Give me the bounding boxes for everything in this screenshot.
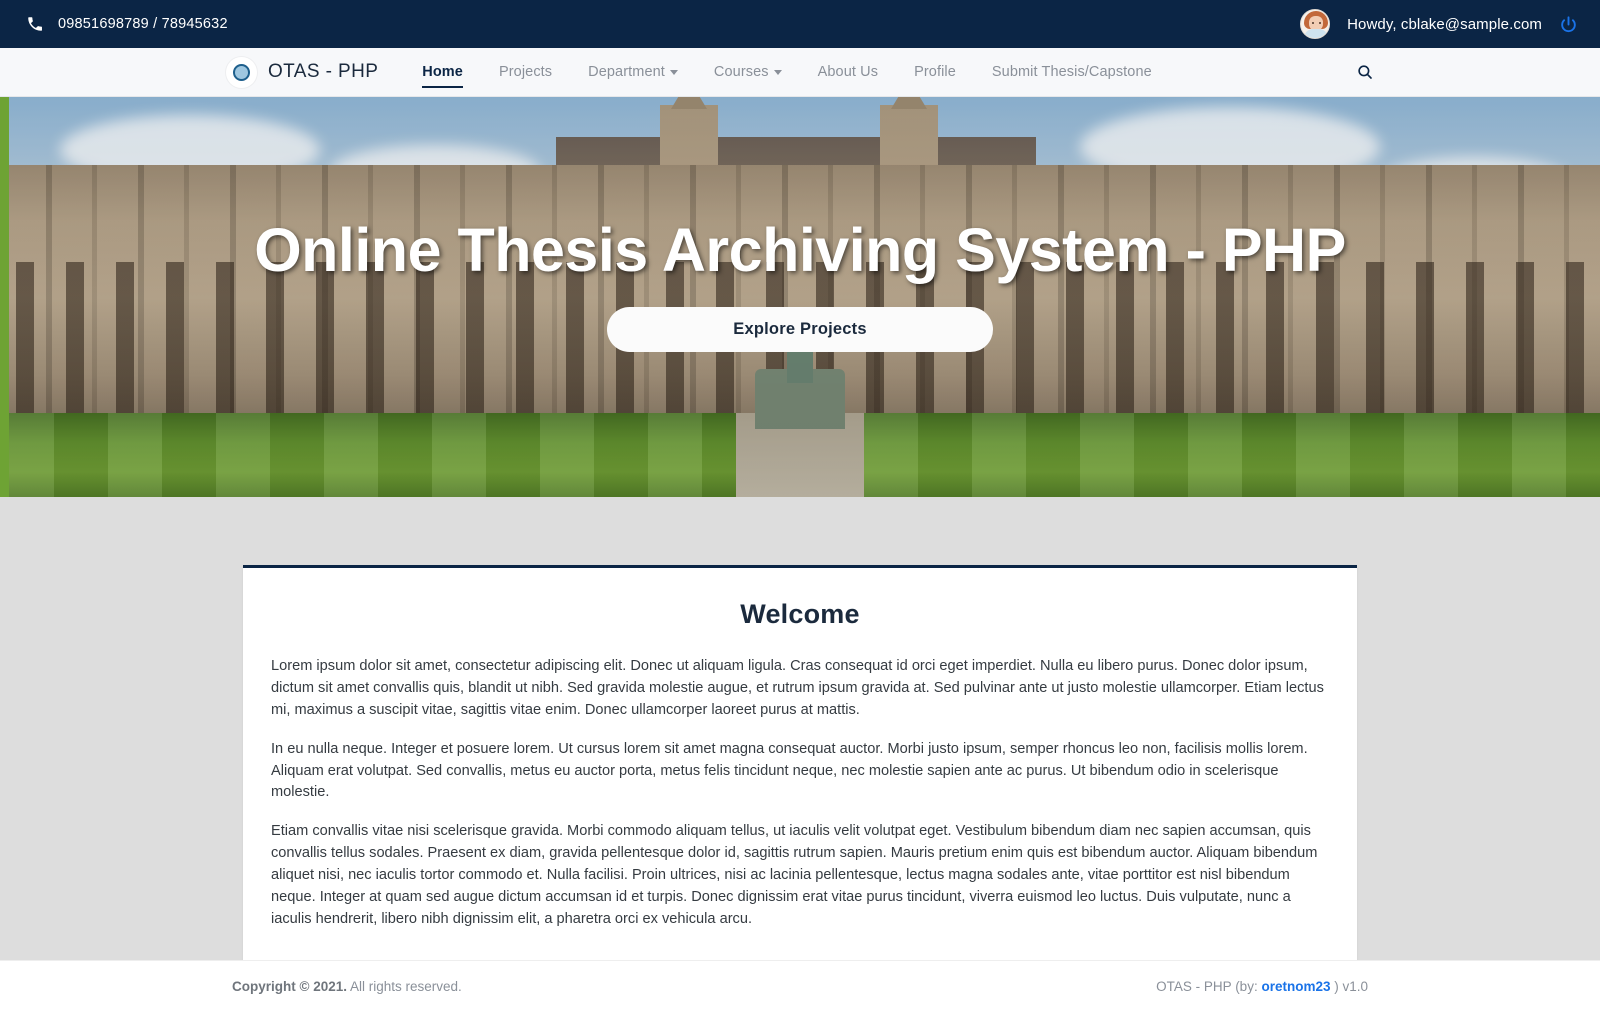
avatar [1300, 9, 1331, 39]
copyright-year: Copyright © 2021. [232, 979, 347, 994]
brand-name: OTAS - PHP [268, 61, 379, 82]
copyright-text: Copyright © 2021. All rights reserved. [232, 979, 462, 994]
app-version-suffix: ) v1.0 [1330, 979, 1368, 994]
page-footer: Copyright © 2021. All rights reserved. O… [0, 960, 1600, 1012]
main-navbar: OTAS - PHP Home Projects Department Cour… [0, 48, 1600, 97]
nav-item-home[interactable]: Home [404, 60, 481, 88]
author-link[interactable]: oretnom23 [1261, 979, 1330, 994]
hero-banner: Online Thesis Archiving System - PHP Exp… [0, 97, 1600, 497]
nav-item-about-us[interactable]: About Us [800, 60, 896, 84]
nav-item-label: Courses [713, 64, 769, 80]
welcome-title: Welcome [740, 599, 860, 629]
hero-content: Online Thesis Archiving System - PHP Exp… [0, 97, 1600, 497]
contact-info: 09851698789 / 78945632 [26, 15, 228, 33]
circle-logo-icon [226, 56, 257, 88]
app-name-prefix: OTAS - PHP (by: [1156, 979, 1262, 994]
nav-links: Home Projects Department Courses About U… [404, 60, 1170, 88]
nav-item-label: About Us [817, 64, 879, 80]
chevron-down-icon [773, 69, 782, 75]
nav-item-label: Home [422, 64, 463, 80]
nav-item-submit-thesis[interactable]: Submit Thesis/Capstone [974, 60, 1170, 84]
nav-item-profile[interactable]: Profile [896, 60, 974, 84]
user-greeting: Howdy, cblake@sample.com [1347, 15, 1542, 33]
welcome-paragraph: In eu nulla neque. Integer et posuere lo… [271, 740, 1308, 801]
nav-item-courses[interactable]: Courses [696, 60, 800, 84]
nav-item-label: Profile [914, 64, 956, 80]
main-content: Welcome Lorem ipsum dolor sit amet, cons… [0, 497, 1600, 963]
top-utility-bar: 09851698789 / 78945632 Howdy, cblake@sam… [0, 0, 1600, 48]
welcome-paragraph: Etiam convallis vitae nisi scelerisque g… [271, 823, 1318, 927]
power-icon[interactable] [1559, 15, 1578, 34]
explore-projects-button[interactable]: Explore Projects [607, 307, 993, 352]
nav-item-label: Projects [498, 64, 553, 80]
app-version-text: OTAS - PHP (by: oretnom23 ) v1.0 [1156, 979, 1368, 994]
welcome-paragraph: Lorem ipsum dolor sit amet, consectetur … [271, 658, 1324, 718]
nav-item-projects[interactable]: Projects [481, 60, 570, 84]
chevron-down-icon [669, 69, 678, 75]
page-title: Online Thesis Archiving System - PHP [254, 216, 1346, 284]
copyright-rights: All rights reserved. [346, 979, 462, 994]
welcome-card: Welcome Lorem ipsum dolor sit amet, cons… [243, 565, 1357, 963]
brand-logo-link[interactable]: OTAS - PHP [226, 56, 379, 88]
nav-item-department[interactable]: Department [570, 60, 696, 84]
nav-item-label: Submit Thesis/Capstone [991, 64, 1152, 80]
user-area: Howdy, cblake@sample.com [1300, 9, 1578, 39]
phone-number: 09851698789 / 78945632 [58, 16, 228, 32]
search-icon[interactable] [1356, 63, 1374, 81]
nav-item-label: Department [588, 64, 665, 80]
phone-icon [26, 15, 44, 33]
